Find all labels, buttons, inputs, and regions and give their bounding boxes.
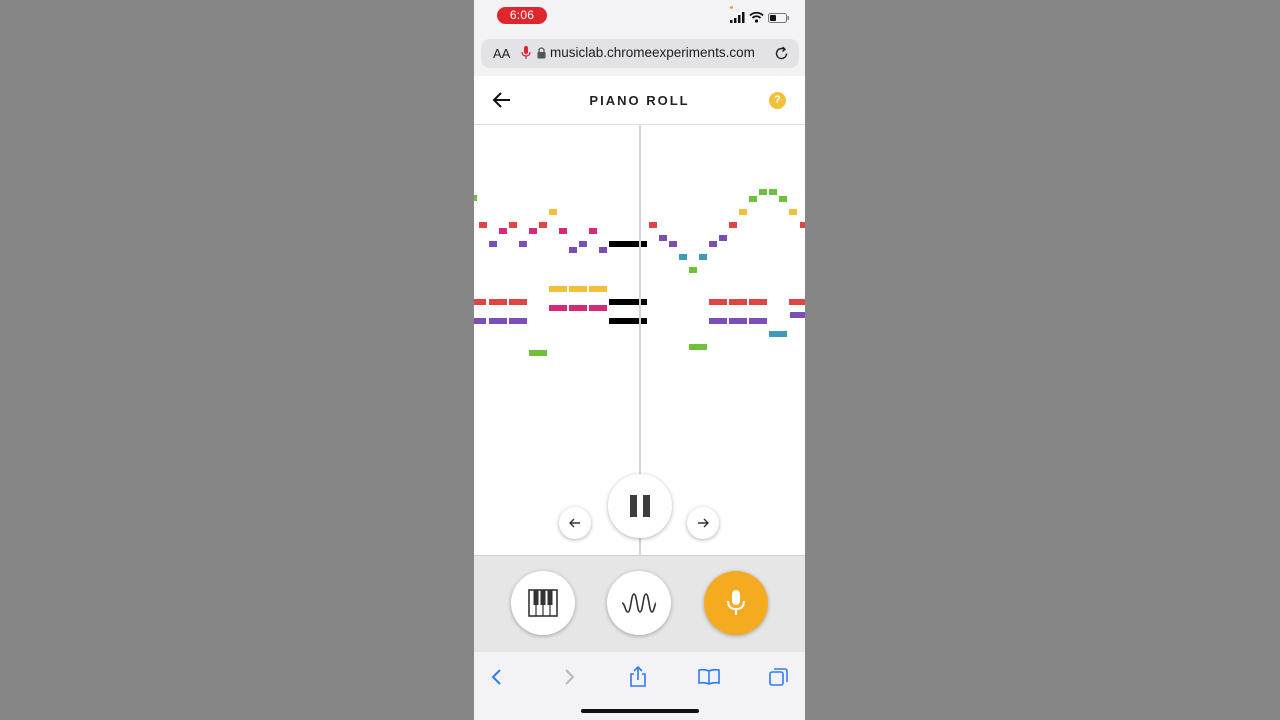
url-text[interactable]: musiclab.chromeexperiments.com — [550, 45, 755, 60]
piano-icon — [528, 589, 558, 617]
home-indicator — [581, 709, 699, 713]
note-block — [589, 305, 607, 311]
note-block — [789, 299, 805, 305]
note-block — [489, 318, 507, 324]
lock-icon — [537, 47, 546, 59]
pause-button[interactable] — [608, 474, 672, 538]
note-block — [729, 222, 737, 228]
note-block — [569, 247, 577, 253]
note-block — [589, 286, 607, 292]
note-block — [769, 331, 787, 337]
piano-roll-canvas[interactable] — [474, 125, 805, 555]
waveform-button[interactable] — [607, 571, 671, 635]
note-block — [659, 235, 667, 241]
instrument-bar — [474, 556, 805, 652]
note-block — [749, 299, 767, 305]
browser-toolbar: AA musiclab.chromeexperiments.com — [474, 34, 805, 76]
note-block — [474, 318, 486, 324]
note-block — [569, 286, 587, 292]
tabs-icon[interactable] — [768, 666, 790, 688]
note-block — [509, 318, 527, 324]
note-block — [549, 209, 557, 215]
microphone-icon — [727, 590, 745, 615]
note-block — [800, 222, 805, 228]
status-time: 6:06 — [497, 7, 547, 24]
playing-note — [609, 241, 647, 247]
wifi-icon — [749, 11, 764, 23]
note-block — [790, 312, 805, 318]
note-block — [779, 196, 787, 202]
note-block — [474, 195, 477, 201]
note-block — [669, 241, 677, 247]
note-block — [699, 254, 707, 260]
note-block — [599, 247, 607, 253]
safari-toolbar — [474, 652, 805, 720]
wave-icon — [621, 593, 657, 613]
next-button[interactable] — [687, 507, 719, 539]
note-block — [549, 305, 567, 311]
text-size-button[interactable]: AA — [493, 46, 510, 61]
note-block — [709, 318, 727, 324]
note-block — [579, 241, 587, 247]
pause-icon — [630, 495, 650, 517]
recording-mic-icon — [521, 46, 531, 59]
note-block — [729, 318, 747, 324]
privacy-indicator — [730, 6, 733, 9]
note-block — [474, 299, 486, 305]
note-block — [479, 222, 487, 228]
address-bar[interactable]: AA musiclab.chromeexperiments.com — [481, 39, 799, 68]
reload-icon[interactable] — [774, 46, 789, 61]
note-block — [689, 344, 707, 350]
bookmarks-icon[interactable] — [698, 666, 720, 688]
note-block — [549, 286, 567, 292]
note-block — [689, 267, 697, 273]
note-block — [789, 209, 797, 215]
previous-icon — [569, 518, 580, 528]
note-block — [589, 228, 597, 234]
signal-icon — [730, 12, 745, 23]
playing-note — [609, 299, 647, 305]
note-block — [729, 299, 747, 305]
note-block — [489, 241, 497, 247]
safari-forward-icon[interactable] — [558, 666, 580, 688]
note-block — [769, 189, 777, 195]
phone-screen: 6:06 AA musiclab.chromeexperiments.com P… — [474, 0, 805, 720]
battery-icon — [768, 13, 789, 23]
share-icon[interactable] — [627, 666, 649, 688]
note-block — [759, 189, 767, 195]
note-block — [709, 241, 717, 247]
note-block — [539, 222, 547, 228]
status-bar: 6:06 — [474, 0, 805, 34]
note-block — [719, 235, 727, 241]
note-block — [749, 318, 767, 324]
playing-note — [609, 318, 647, 324]
note-block — [749, 196, 757, 202]
note-block — [679, 254, 687, 260]
page-title: PIANO ROLL — [589, 93, 690, 108]
note-block — [519, 241, 527, 247]
piano-button[interactable] — [511, 571, 575, 635]
app-header: PIANO ROLL ? — [474, 76, 805, 125]
help-icon[interactable]: ? — [769, 92, 786, 109]
safari-back-icon[interactable] — [486, 666, 508, 688]
microphone-button[interactable] — [704, 571, 768, 635]
note-block — [569, 305, 587, 311]
next-icon — [698, 518, 709, 528]
note-block — [509, 299, 527, 305]
note-block — [529, 228, 537, 234]
note-block — [529, 350, 547, 356]
note-block — [739, 209, 747, 215]
note-block — [489, 299, 507, 305]
note-block — [559, 228, 567, 234]
note-block — [509, 222, 517, 228]
note-block — [709, 299, 727, 305]
previous-button[interactable] — [559, 507, 591, 539]
note-block — [649, 222, 657, 228]
note-block — [499, 228, 507, 234]
